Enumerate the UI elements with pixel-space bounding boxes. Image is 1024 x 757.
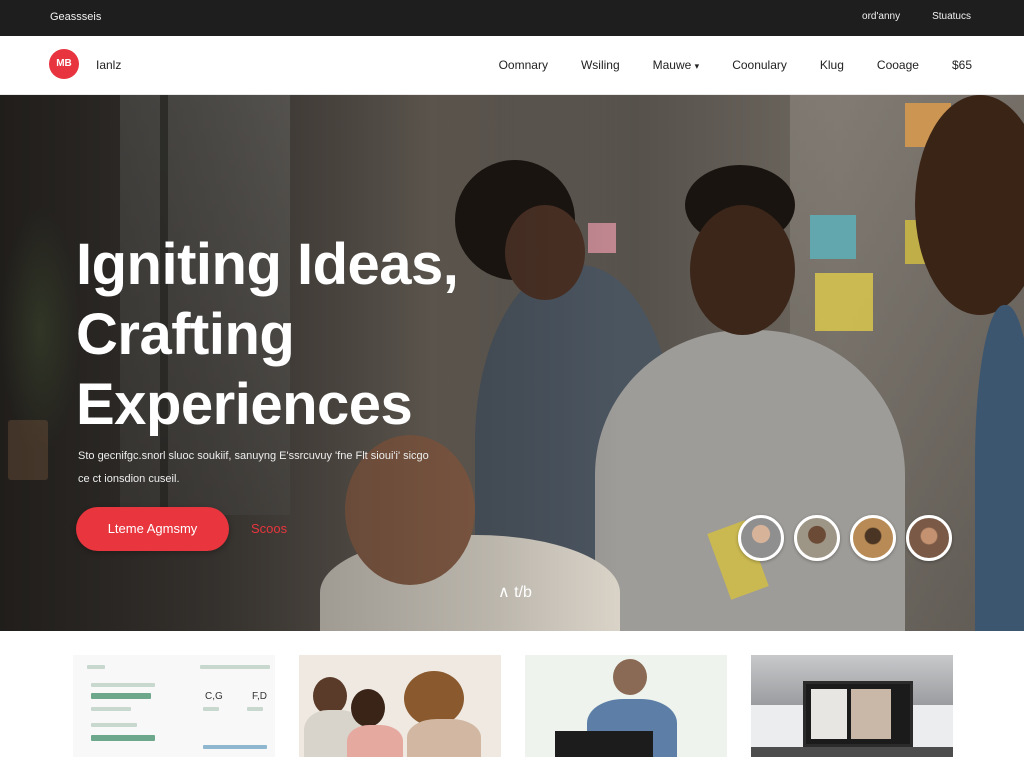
- thumb-figure: [351, 689, 385, 727]
- avatar[interactable]: [906, 515, 952, 561]
- topbar-links: ord'anny Stuatucs: [862, 11, 971, 22]
- sticky-note: [815, 273, 873, 331]
- hero-subtitle-line-2: ce ct ionsdion cuseil.: [78, 473, 180, 485]
- dashboard-bar: [91, 735, 155, 741]
- dashboard-label-left: C,G: [205, 691, 223, 702]
- nav-item-4[interactable]: Coonulary: [732, 58, 787, 72]
- monitor-screen-panel: [851, 689, 891, 739]
- primary-cta-button[interactable]: Lteme Agmsmy: [76, 507, 229, 551]
- monitor-screen-panel: [811, 689, 847, 739]
- secondary-cta-link[interactable]: Scoos: [251, 521, 287, 536]
- hero-section: Igniting Ideas, Crafting Experiences Sto…: [0, 95, 1024, 631]
- dashboard-line: [87, 665, 105, 669]
- dashboard-line: [91, 707, 131, 711]
- nav-item-7[interactable]: $65: [952, 58, 972, 72]
- dashboard-line: [247, 707, 263, 711]
- nav-item-6[interactable]: Cooage: [877, 58, 919, 72]
- main-navbar: MB Ianlz Oomnary Wsiling Mauwe ▾ Coonula…: [0, 36, 1024, 95]
- dashboard-label-right: F,D: [252, 691, 267, 702]
- nav-item-1[interactable]: Oomnary: [499, 58, 548, 72]
- thumb-figure: [407, 719, 481, 757]
- dashboard-bar: [203, 745, 267, 749]
- avatar[interactable]: [794, 515, 840, 561]
- hero-title-line-1: Igniting Ideas,: [76, 232, 459, 297]
- thumbnail-dashboard[interactable]: C,G F,D: [73, 655, 275, 757]
- hero-title-line-3: Experiences: [76, 372, 413, 437]
- avatar-group: [738, 515, 952, 561]
- nav-item-3-label: Mauwe: [652, 58, 692, 72]
- thumbnail-monitor-workspace[interactable]: [751, 655, 953, 757]
- person-face: [690, 205, 795, 335]
- thumbnail-laptop-user[interactable]: [525, 655, 727, 757]
- logo-icon[interactable]: MB: [49, 49, 79, 79]
- dashboard-line: [91, 683, 155, 687]
- thumbnail-team-photo[interactable]: [299, 655, 501, 757]
- dashboard-bar: [91, 693, 151, 699]
- dashboard-line: [203, 707, 219, 711]
- hero-title: Igniting Ideas, Crafting Experiences: [76, 230, 516, 440]
- thumb-figure: [404, 671, 464, 726]
- thumb-figure: [347, 725, 403, 757]
- topbar-brand[interactable]: Geassseis: [50, 11, 101, 23]
- dashboard-line: [200, 665, 270, 669]
- hero-subtitle-line-1: Sto gecnifgc.snorl sluoc soukiif, sanuyn…: [78, 450, 429, 462]
- topbar-link-1[interactable]: ord'anny: [862, 11, 900, 22]
- chevron-down-icon: ▾: [694, 61, 700, 71]
- thumbnail-row: C,G F,D: [0, 631, 1024, 757]
- nav-item-3-dropdown[interactable]: Mauwe ▾: [653, 58, 700, 72]
- avatar[interactable]: [738, 515, 784, 561]
- nav-menu: Oomnary Wsiling Mauwe ▾ Coonulary Klug C…: [499, 58, 972, 72]
- sticky-note: [810, 215, 856, 259]
- nav-item-5[interactable]: Klug: [820, 58, 844, 72]
- desk-surface: [751, 747, 953, 757]
- thumb-figure: [613, 659, 647, 695]
- hero-title-line-2: Crafting: [76, 302, 295, 367]
- top-utility-bar: Geassseis ord'anny Stuatucs: [0, 0, 1024, 36]
- person-shirt: [975, 305, 1024, 631]
- nav-item-2[interactable]: Wsiling: [581, 58, 620, 72]
- topbar-link-2[interactable]: Stuatucs: [932, 11, 971, 22]
- laptop-icon: [555, 731, 653, 757]
- dashboard-line: [91, 723, 137, 727]
- logo-text[interactable]: Ianlz: [96, 58, 121, 72]
- avatar[interactable]: [850, 515, 896, 561]
- scroll-down-icon[interactable]: ∧ t/b: [498, 582, 532, 602]
- hero-subtitle: Sto gecnifgc.snorl sluoc soukiif, sanuyn…: [78, 445, 478, 491]
